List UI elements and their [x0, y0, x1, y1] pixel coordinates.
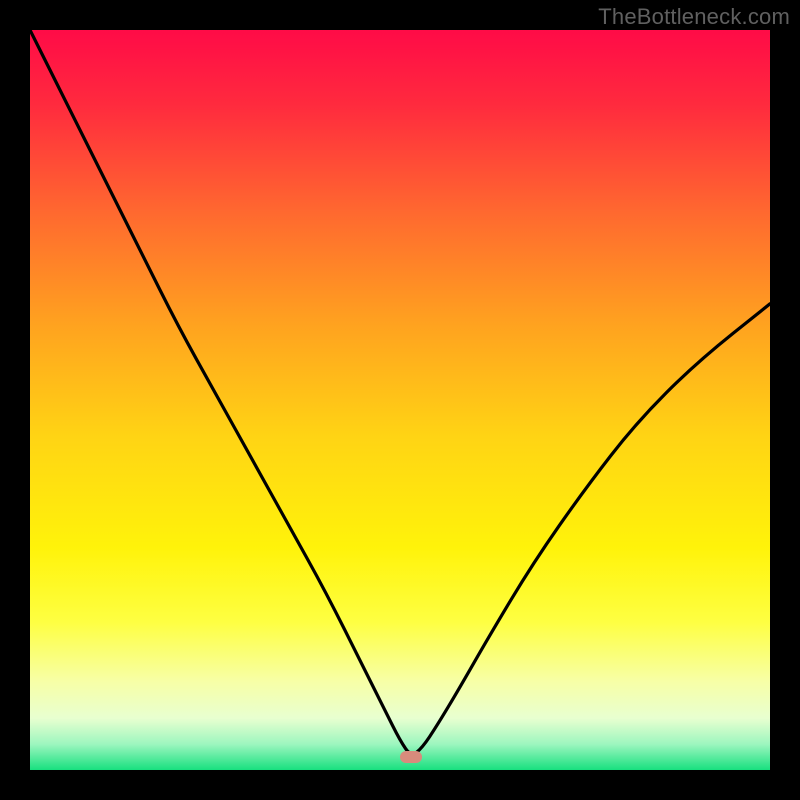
chart-frame: TheBottleneck.com: [0, 0, 800, 800]
watermark-text: TheBottleneck.com: [598, 4, 790, 30]
bottleneck-curve: [30, 30, 770, 770]
minimum-marker: [400, 751, 422, 763]
plot-area: [30, 30, 770, 770]
